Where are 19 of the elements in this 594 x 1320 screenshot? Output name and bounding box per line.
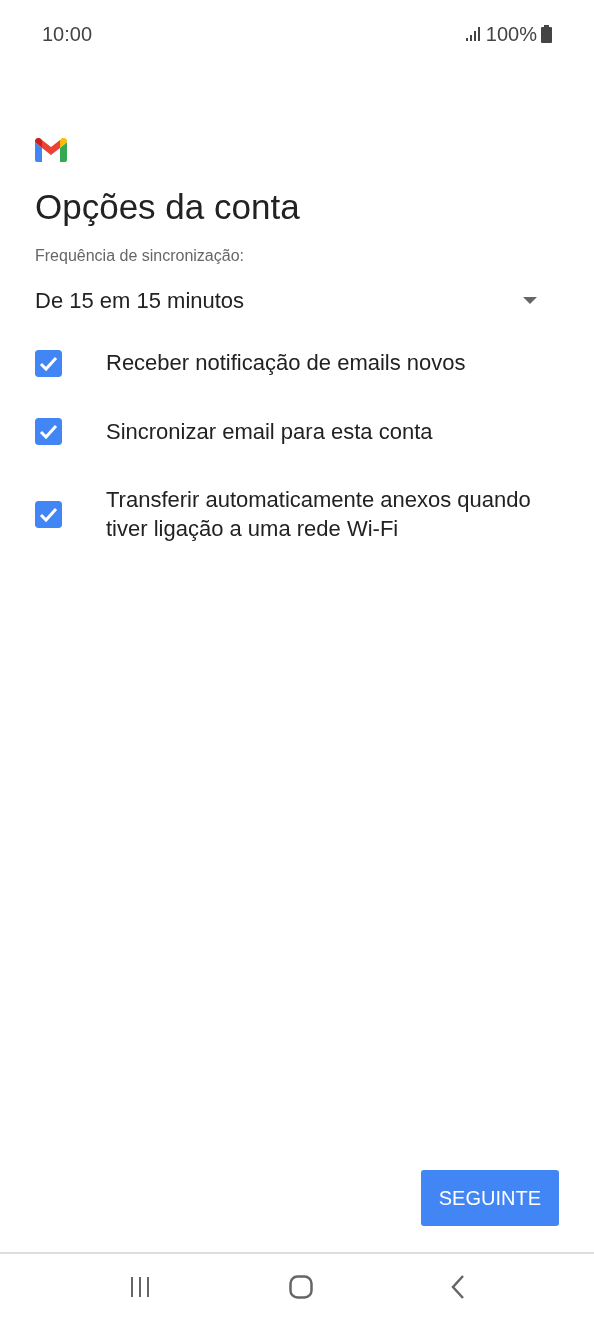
clock: 10:00	[42, 22, 93, 47]
option-label: Sincronizar email para esta conta	[106, 417, 433, 446]
battery-icon	[541, 25, 552, 43]
page-title: Opções da conta	[35, 186, 301, 228]
mail-logo-icon	[35, 138, 67, 162]
option-label: Transferir automaticamente anexos quando tiver ligação a uma rede Wi-Fi	[106, 486, 532, 543]
battery-level: 100%	[485, 22, 537, 47]
recent-apps-icon[interactable]	[129, 1276, 151, 1298]
option-label: Receber notificação de emails novos	[106, 349, 466, 377]
signal-icon	[465, 26, 482, 42]
home-icon[interactable]	[289, 1275, 313, 1299]
next-button[interactable]: SEGUINTE	[420, 1170, 559, 1226]
sync-frequency-dropdown[interactable]: De 15 em 15 minutos	[35, 284, 559, 317]
checkbox[interactable]	[35, 349, 62, 377]
back-icon[interactable]	[451, 1275, 465, 1299]
dropdown-arrow-icon	[523, 297, 537, 304]
sync-frequency-label: Frequência de sincronização:	[35, 246, 245, 266]
checkbox[interactable]	[35, 501, 62, 529]
checkbox[interactable]	[35, 418, 62, 446]
